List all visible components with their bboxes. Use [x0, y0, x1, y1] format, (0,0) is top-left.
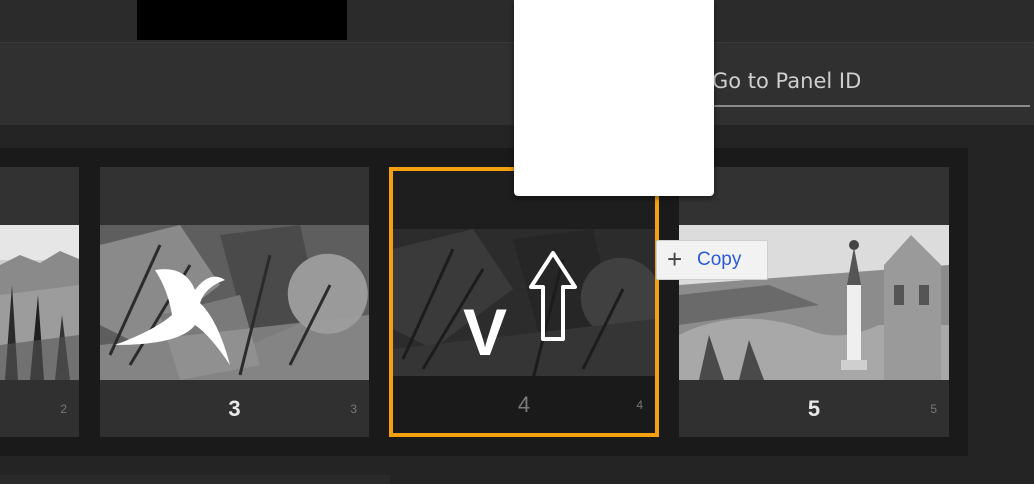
panel-sub-number: 3: [350, 402, 357, 416]
panel-card-4-selected[interactable]: V 4 4: [389, 167, 659, 437]
panel-thumbnail: [0, 225, 79, 380]
panel-footer: 4 4: [393, 376, 655, 433]
panel-card-3[interactable]: 3 3: [100, 167, 369, 437]
white-popup: [514, 0, 714, 196]
panel-header: [0, 167, 79, 225]
panel-number: 5: [807, 396, 821, 421]
panel-footer: 2: [0, 380, 79, 437]
plus-icon: +: [667, 244, 683, 274]
panel-sub-number: 4: [636, 398, 643, 412]
copy-drag-tooltip: + Copy: [656, 240, 768, 280]
copy-label: Copy: [697, 249, 742, 270]
drop-overlay-letter: V: [463, 295, 507, 369]
top-bar-black-region: [137, 0, 347, 40]
panel-sub-number: 5: [930, 402, 937, 416]
goto-panel-placeholder: Go to Panel ID: [712, 69, 862, 93]
panel-number: 4: [517, 392, 531, 417]
panel-sub-number: 2: [60, 402, 67, 416]
panel-header: [100, 167, 369, 225]
panel-card-2[interactable]: 2: [0, 167, 79, 437]
strip-bottom-edge: [0, 475, 390, 484]
storyboard-app: Go to Panel ID 2 3 3 V 4 4 5 5 + Copy: [0, 0, 1034, 484]
panel-thumbnail: [100, 225, 369, 380]
panel-number: 3: [228, 396, 241, 421]
panel-footer: 5 5: [679, 380, 949, 437]
panel-header: [679, 167, 949, 225]
panel-thumbnail: V: [393, 229, 655, 384]
panel-footer: 3 3: [100, 380, 369, 437]
panel-card-5[interactable]: 5 5: [679, 167, 949, 437]
